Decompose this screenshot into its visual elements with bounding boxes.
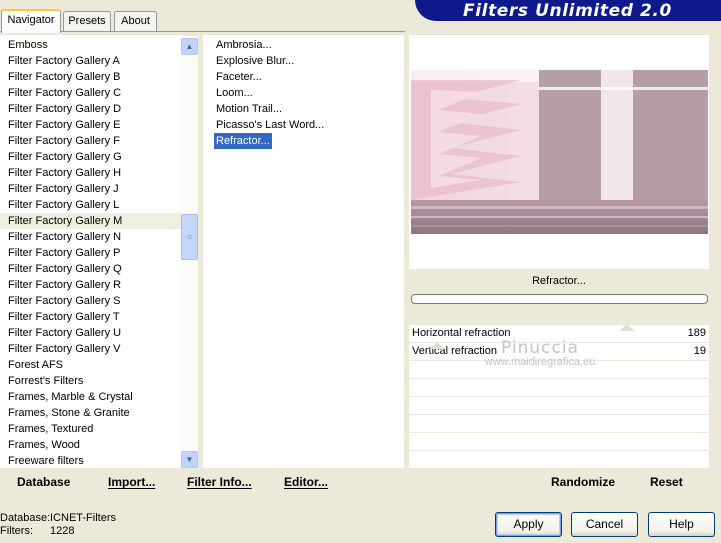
category-item[interactable]: Filter Factory Gallery A	[0, 53, 181, 69]
category-item[interactable]: Filter Factory Gallery J	[0, 181, 181, 197]
category-item[interactable]: Frames, Marble & Crystal	[0, 389, 181, 405]
param-row-horizontal[interactable]: Horizontal refraction 189	[409, 324, 709, 343]
status-database-label: Database:	[0, 512, 51, 524]
filter-row: Refractor...	[203, 133, 404, 149]
category-item[interactable]: Filter Factory Gallery P	[0, 245, 181, 261]
param-value: 189	[687, 327, 706, 339]
category-item[interactable]: Frames, Textured	[0, 421, 181, 437]
category-item[interactable]: Filter Factory Gallery G	[0, 149, 181, 165]
param-value: 19	[693, 345, 706, 357]
category-item[interactable]: Filter Factory Gallery Q	[0, 261, 181, 277]
preview-panel	[409, 35, 709, 269]
category-item[interactable]: Filter Factory Gallery C	[0, 85, 181, 101]
category-item[interactable]: Filter Factory Gallery L	[0, 197, 181, 213]
category-item[interactable]: Filter Factory Gallery T	[0, 309, 181, 325]
category-item[interactable]: Filter Factory Gallery D	[0, 101, 181, 117]
param-row-vertical[interactable]: Vertical refraction 19	[409, 342, 709, 361]
filter-list[interactable]: Ambrosia... Explosive Blur... Faceter... Lo…	[203, 35, 404, 468]
category-item[interactable]: Filter Factory Gallery F	[0, 133, 181, 149]
param-row-empty	[409, 415, 709, 433]
filter-row: Picasso's Last Word...	[203, 117, 404, 133]
category-item[interactable]: Frames, Stone & Granite	[0, 405, 181, 421]
current-filter-name: Refractor...	[532, 275, 586, 287]
reset-button[interactable]: Reset	[650, 475, 683, 489]
chevron-down-icon: ▼	[185, 455, 194, 464]
category-item[interactable]: Filter Factory Gallery M	[0, 213, 181, 229]
param-row-empty	[409, 433, 709, 451]
parameter-panel[interactable]: Horizontal refraction 189 Vertical refra…	[409, 324, 709, 469]
category-item[interactable]: Emboss	[0, 37, 181, 53]
category-item[interactable]: Filter Factory Gallery R	[0, 277, 181, 293]
chevron-up-icon: ▲	[185, 42, 194, 51]
app-banner: Filters Unlimited 2.0	[415, 0, 721, 21]
tab-presets[interactable]: Presets	[63, 11, 111, 31]
help-button[interactable]: Help	[648, 512, 715, 537]
import-button[interactable]: Import...	[108, 475, 155, 489]
database-button[interactable]: Database	[17, 475, 70, 489]
filter-item[interactable]: Refractor...	[214, 133, 272, 149]
status-filters-label: Filters:	[0, 525, 33, 537]
slider-marker-icon[interactable]	[429, 342, 445, 349]
filter-row: Faceter...	[203, 69, 404, 85]
scroll-thumb[interactable]: ≡	[181, 214, 198, 260]
tab-about[interactable]: About	[114, 11, 157, 31]
editor-button[interactable]: Editor...	[284, 475, 328, 489]
category-item[interactable]: Filter Factory Gallery E	[0, 117, 181, 133]
param-row-empty	[409, 397, 709, 415]
tab-navigator[interactable]: Navigator	[1, 9, 61, 33]
preview-image	[411, 70, 708, 234]
filter-item[interactable]: Ambrosia...	[214, 37, 274, 53]
slider-marker-icon[interactable]	[619, 324, 635, 331]
category-item[interactable]: Filter Factory Gallery N	[0, 229, 181, 245]
scroll-up-button[interactable]: ▲	[181, 38, 198, 55]
category-scrollbar[interactable]: ▲ ≡ ▼	[181, 36, 198, 468]
category-item[interactable]: Filter Factory Gallery H	[0, 165, 181, 181]
grip-icon: ≡	[186, 231, 193, 242]
cancel-button[interactable]: Cancel	[571, 512, 638, 537]
apply-button[interactable]: Apply	[495, 512, 562, 537]
category-item[interactable]: Freeware filters	[0, 453, 181, 468]
category-item[interactable]: Filter Factory Gallery B	[0, 69, 181, 85]
filter-item[interactable]: Explosive Blur...	[214, 53, 296, 69]
filter-item[interactable]: Faceter...	[214, 69, 264, 85]
category-item[interactable]: Forrest's Filters	[0, 373, 181, 389]
param-row-empty	[409, 379, 709, 397]
category-item[interactable]: Forest AFS	[0, 357, 181, 373]
filter-item[interactable]: Picasso's Last Word...	[214, 117, 326, 133]
category-item[interactable]: Frames, Wood	[0, 437, 181, 453]
randomize-button[interactable]: Randomize	[551, 475, 615, 489]
category-item[interactable]: Filter Factory Gallery U	[0, 325, 181, 341]
filter-item[interactable]: Loom...	[214, 85, 255, 101]
param-label: Vertical refraction	[412, 345, 497, 357]
param-label: Horizontal refraction	[412, 327, 511, 339]
filter-info-button[interactable]: Filter Info...	[187, 475, 252, 489]
filter-row: Loom...	[203, 85, 404, 101]
category-item[interactable]: Filter Factory Gallery S	[0, 293, 181, 309]
param-row-empty	[409, 361, 709, 379]
status-filters-value: 1228	[50, 525, 75, 537]
filter-row: Motion Trail...	[203, 101, 404, 117]
status-info: Database:ICNET-Filters Filters: 1228	[0, 512, 116, 538]
category-list[interactable]: Emboss Filter Factory Gallery A Filter Fac…	[0, 35, 181, 468]
category-item[interactable]: Filter Factory Gallery V	[0, 341, 181, 357]
filter-item[interactable]: Motion Trail...	[214, 101, 284, 117]
filter-row: Explosive Blur...	[203, 53, 404, 69]
filter-row: Ambrosia...	[203, 37, 404, 53]
param-row-empty	[409, 451, 709, 469]
progress-bar	[411, 294, 708, 304]
status-database-value: ICNET-Filters	[50, 512, 116, 524]
scroll-down-button[interactable]: ▼	[181, 451, 198, 468]
